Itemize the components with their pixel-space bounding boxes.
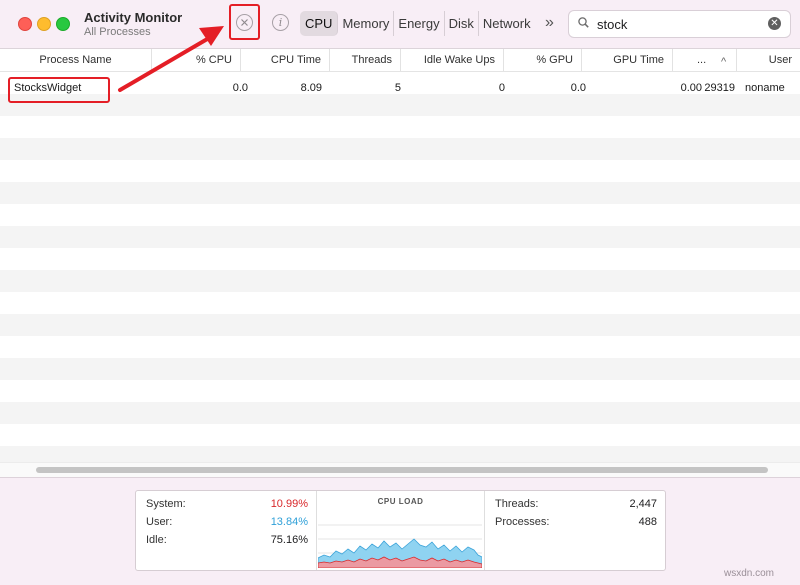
zoom-window-button[interactable] xyxy=(56,17,70,31)
column-user[interactable]: User xyxy=(737,49,800,71)
user-cell: noname xyxy=(745,82,785,94)
tab-memory[interactable]: Memory xyxy=(338,11,395,36)
inspect-process-button[interactable]: i xyxy=(272,14,289,31)
more-toolbar-items-button[interactable]: » xyxy=(545,14,554,32)
column-gpu-time[interactable]: GPU Time xyxy=(582,49,673,71)
tab-energy[interactable]: Energy xyxy=(394,11,445,36)
column-pid-label: ... xyxy=(697,54,707,66)
table-header: Process Name % CPU CPU Time Threads Idle… xyxy=(0,49,800,72)
empty-row xyxy=(0,182,800,204)
empty-row xyxy=(0,94,800,116)
horizontal-scrollbar[interactable] xyxy=(0,462,800,477)
table-row[interactable]: StocksWidget 0.0 8.09 5 0 0.0 0.00 29319… xyxy=(0,72,800,94)
empty-row xyxy=(0,138,800,160)
process-highlight xyxy=(8,77,110,103)
empty-row xyxy=(0,380,800,402)
stop-button-highlight xyxy=(229,4,260,40)
threads-cell: 5 xyxy=(394,82,401,94)
empty-row xyxy=(0,226,800,248)
empty-row xyxy=(0,314,800,336)
search-field[interactable]: ✕ xyxy=(568,10,791,38)
idle-stat: Idle: 75.16% xyxy=(146,534,308,552)
watermark: wsxdn.com xyxy=(724,568,775,579)
empty-row xyxy=(0,204,800,226)
clear-search-icon[interactable]: ✕ xyxy=(768,17,781,30)
empty-row xyxy=(0,424,800,446)
column-cpu-time[interactable]: CPU Time xyxy=(241,49,330,71)
system-label: System: xyxy=(146,498,186,510)
threads-stat: Threads: 2,447 xyxy=(495,498,657,516)
column-threads[interactable]: Threads xyxy=(330,49,401,71)
empty-row xyxy=(0,292,800,314)
minimize-window-button[interactable] xyxy=(37,17,51,31)
cpu-load-title: CPU LOAD xyxy=(377,497,424,506)
idle-wake-ups-cell: 0 xyxy=(498,82,505,94)
user-label: User: xyxy=(146,516,173,528)
empty-row xyxy=(0,116,800,138)
system-value: 10.99% xyxy=(270,498,308,510)
cpu-usage-stats: System: 10.99% User: 13.84% Idle: 75.16% xyxy=(136,491,316,570)
cpu-summary-panel: System: 10.99% User: 13.84% Idle: 75.16%… xyxy=(0,477,800,585)
processes-stat: Processes: 488 xyxy=(495,516,657,534)
processes-value: 488 xyxy=(638,516,657,528)
tab-network[interactable]: Network xyxy=(479,11,535,36)
sort-ascending-icon: ^ xyxy=(721,56,727,68)
column-gpu-percent[interactable]: % GPU xyxy=(504,49,582,71)
empty-row xyxy=(0,358,800,380)
tab-disk[interactable]: Disk xyxy=(445,11,479,36)
close-window-button[interactable] xyxy=(18,17,32,31)
search-icon xyxy=(578,17,589,28)
app-subtitle[interactable]: All Processes xyxy=(84,26,151,38)
cpu-load-graph xyxy=(318,511,482,568)
cpu-stats-box: System: 10.99% User: 13.84% Idle: 75.16%… xyxy=(135,490,666,571)
app-title: Activity Monitor xyxy=(84,10,183,25)
column-process-name[interactable]: Process Name xyxy=(0,49,152,71)
empty-row xyxy=(0,402,800,424)
empty-row xyxy=(0,336,800,358)
column-pid[interactable]: ... ^ xyxy=(673,49,737,71)
user-stat: User: 13.84% xyxy=(146,516,308,534)
info-icon: i xyxy=(278,16,283,29)
tab-cpu[interactable]: CPU xyxy=(300,11,339,36)
view-tabs: CPU Memory Energy Disk Network xyxy=(300,11,535,36)
threads-label: Threads: xyxy=(495,498,539,510)
column-cpu-percent[interactable]: % CPU xyxy=(152,49,241,71)
empty-row xyxy=(0,248,800,270)
processes-label: Processes: xyxy=(495,516,550,528)
process-table: StocksWidget 0.0 8.09 5 0 0.0 0.00 29319… xyxy=(0,72,800,462)
idle-value: 75.16% xyxy=(270,534,308,546)
threads-value: 2,447 xyxy=(629,498,657,510)
scrollbar-thumb[interactable] xyxy=(36,467,768,473)
empty-row xyxy=(0,270,800,292)
system-stat: System: 10.99% xyxy=(146,498,308,516)
empty-row xyxy=(0,446,800,462)
gpu-percent-cell: 0.0 xyxy=(570,82,586,94)
empty-row xyxy=(0,160,800,182)
idle-label: Idle: xyxy=(146,534,167,546)
cpu-time-cell: 8.09 xyxy=(300,82,322,94)
toolbar: Activity Monitor All Processes i CPU Mem… xyxy=(0,0,800,49)
search-input[interactable] xyxy=(597,15,757,33)
column-idle-wake-ups[interactable]: Idle Wake Ups xyxy=(401,49,504,71)
process-count-stats: Threads: 2,447 Processes: 488 xyxy=(485,491,665,570)
user-value: 13.84% xyxy=(270,516,308,528)
pid-cell: 29319 xyxy=(704,82,735,94)
